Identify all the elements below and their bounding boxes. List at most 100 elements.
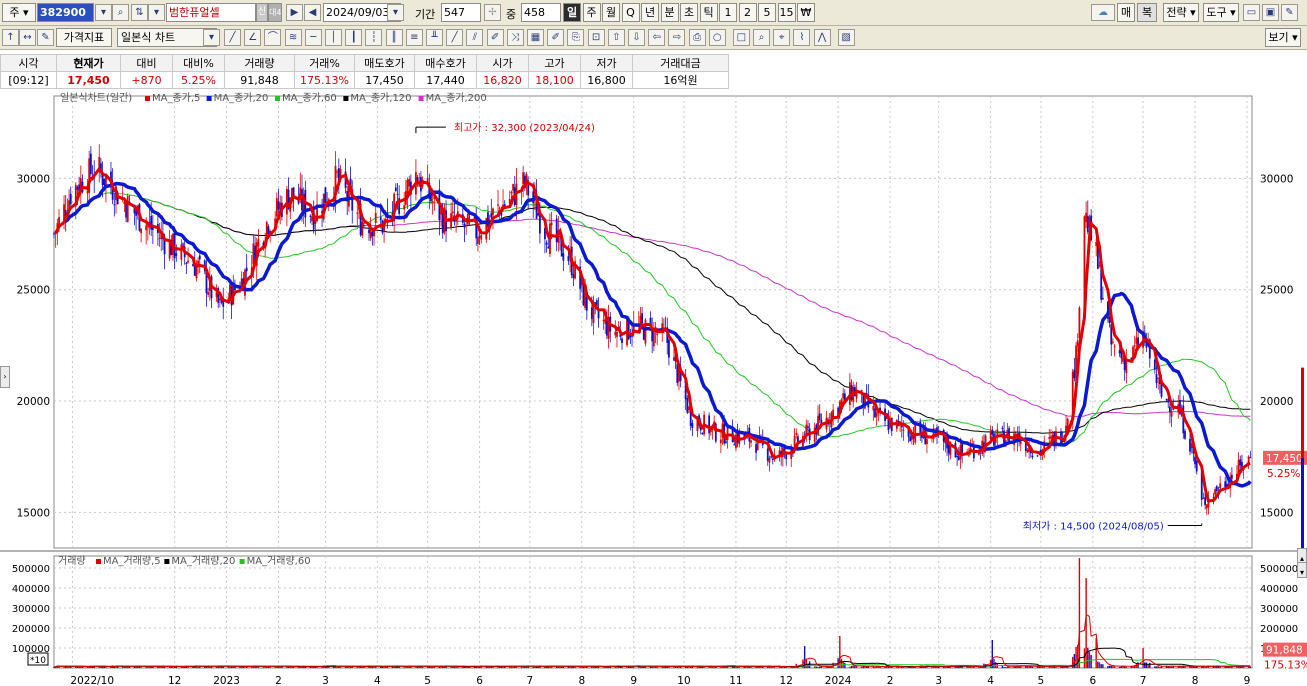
volume-bar: [222, 666, 224, 668]
timeframe-button-9[interactable]: 2: [738, 3, 757, 22]
drawing-tool-4-icon[interactable]: ─: [304, 29, 322, 46]
timeframe-button-10[interactable]: 5: [758, 3, 776, 22]
search-icon[interactable]: ⌕: [112, 4, 129, 21]
view-button[interactable]: 보기 ▾: [1265, 28, 1301, 47]
timeframe-button-6[interactable]: 초: [680, 3, 698, 22]
volume-bar: [813, 666, 816, 668]
cloud-icon[interactable]: ☁: [1091, 4, 1115, 21]
drawing-tool-12-icon[interactable]: ⫽: [466, 29, 484, 46]
drawing-tool-14-icon[interactable]: ⤨: [506, 29, 524, 46]
candle-body: [668, 339, 670, 358]
history-dropdown-icon[interactable]: ▾: [148, 4, 165, 21]
drawing-tool-2-icon[interactable]: ⌒: [264, 29, 282, 46]
drawing-tool-18-icon[interactable]: ⊡: [587, 29, 605, 46]
timeframe-button-0[interactable]: 일: [563, 3, 581, 22]
period-input[interactable]: 547: [441, 3, 481, 22]
volume-bar: [349, 667, 352, 668]
candle-body: [656, 333, 659, 335]
y-tick-label-right: 25000: [1260, 285, 1293, 297]
left-panel-toggle[interactable]: ›: [0, 366, 10, 388]
drawing-tool-22-icon[interactable]: ⇨: [668, 29, 686, 46]
wrench-icon[interactable]: ✎: [1281, 4, 1298, 21]
buy-sell-button[interactable]: 매: [1117, 3, 1135, 22]
drawing-tool-9-icon[interactable]: ≡: [405, 29, 423, 46]
arrow-up-icon[interactable]: ↑: [2, 29, 19, 46]
drawing-tool-29-icon[interactable]: ⋀: [813, 29, 831, 46]
drawing-tool-7-icon[interactable]: ┆: [365, 29, 383, 46]
volume-bar: [770, 667, 772, 668]
volume-bar: [817, 666, 819, 668]
volume-bar: [656, 666, 658, 668]
drawing-tool-3-icon[interactable]: ≋: [284, 29, 302, 46]
candle-body: [1215, 486, 1218, 492]
timeframe-button-11[interactable]: 15: [777, 3, 796, 22]
drawing-tool-17-icon[interactable]: ⎘: [567, 29, 585, 46]
chart-type-select[interactable]: 일본식 차트: [117, 28, 217, 47]
candle-body: [1224, 481, 1227, 488]
drawing-tool-5-icon[interactable]: │: [325, 29, 342, 46]
candle-body: [750, 440, 752, 443]
chart-canvas[interactable]: 2022/10 12 2023 2 3 4 5 6 7 8 9 10 11 12 2024 2 3 4 5 6 7 8 91…: [0, 90, 1307, 686]
timeframe-button-1[interactable]: 주: [582, 3, 601, 22]
indicator-button[interactable]: 가격지표: [56, 28, 112, 47]
drawing-tool-16-icon[interactable]: ✐: [547, 29, 565, 46]
volume-bar: [403, 667, 405, 668]
timeframe-button-12[interactable]: ₩: [797, 3, 815, 22]
timeframe-button-4[interactable]: 년: [641, 3, 659, 22]
candle-body: [818, 413, 821, 421]
tools-button[interactable]: 도구 ▾: [1203, 3, 1239, 22]
save-icon[interactable]: ▣: [1262, 4, 1279, 21]
right-scroll-down[interactable]: ▾: [1297, 562, 1307, 578]
zoom-input[interactable]: 458: [521, 3, 561, 22]
multi-button[interactable]: 복: [1137, 3, 1157, 22]
edit-icon[interactable]: ✎: [37, 29, 54, 46]
drawing-tool-30-icon[interactable]: ▧: [837, 29, 855, 46]
candle-body: [947, 444, 950, 454]
arrow-horizontal-icon[interactable]: ↔: [19, 29, 36, 46]
crosshair-icon[interactable]: ✢: [484, 4, 501, 21]
current-price-label: 17,450: [1266, 453, 1303, 465]
drawing-tool-28-icon[interactable]: ⌇: [793, 29, 811, 46]
drawing-tool-10-icon[interactable]: ╨: [426, 29, 443, 46]
play-back-icon[interactable]: ◀: [304, 4, 321, 21]
stock-code-input[interactable]: 382900: [37, 3, 94, 22]
code-dropdown-icon[interactable]: ▾: [95, 4, 112, 21]
volume-bar: [1142, 648, 1144, 668]
volume-tick-label-left: 400000: [12, 584, 50, 595]
drawing-tool-23-icon[interactable]: ⎙: [688, 29, 706, 46]
price-legend-item: MA_종가,120: [350, 92, 411, 104]
candle-body: [1219, 483, 1222, 489]
drawing-tool-15-icon[interactable]: ▦: [527, 29, 544, 46]
drawing-tool-24-icon[interactable]: ○: [708, 29, 726, 46]
timeframe-button-2[interactable]: 월: [602, 3, 620, 22]
drawing-tool-11-icon[interactable]: ╱: [446, 29, 464, 46]
x-tick-label: 4: [374, 675, 381, 686]
drawing-tool-1-icon[interactable]: ∠: [244, 29, 262, 46]
candle-body: [1078, 307, 1081, 338]
drawing-tool-0-icon[interactable]: ╱: [224, 29, 241, 46]
sort-icon[interactable]: ⇅: [131, 4, 148, 21]
timeframe-button-5[interactable]: 분: [660, 3, 679, 22]
timeframe-button-7[interactable]: 틱: [699, 3, 718, 22]
market-select[interactable]: 주 ▾: [2, 3, 36, 22]
chart-area[interactable]: 2022/10 12 2023 2 3 4 5 6 7 8 9 10 11 12 2024 2 3 4 5 6 7 8 9 1…: [0, 90, 1307, 686]
drawing-tool-6-icon[interactable]: ┃: [345, 29, 363, 46]
volume-bar: [1060, 666, 1062, 668]
drawing-tool-26-icon[interactable]: ⌕: [753, 29, 770, 46]
timeframe-button-3[interactable]: Q: [621, 3, 640, 22]
drawing-tool-8-icon[interactable]: ║: [385, 29, 403, 46]
strategy-button[interactable]: 전략 ▾: [1163, 3, 1199, 22]
drawing-tool-20-icon[interactable]: ⇩: [628, 29, 645, 46]
drawing-tool-25-icon[interactable]: □: [732, 29, 750, 46]
drawing-tool-13-icon[interactable]: ✐: [486, 29, 504, 46]
volume-bar: [1102, 664, 1104, 668]
chart-type-dropdown-icon[interactable]: ▾: [203, 29, 220, 46]
folder-icon[interactable]: ▭: [1243, 4, 1260, 21]
play-forward-icon[interactable]: ▶: [286, 4, 303, 21]
date-dropdown-icon[interactable]: ▾: [387, 4, 404, 21]
drawing-tool-27-icon[interactable]: ⌖: [773, 29, 791, 46]
drawing-tool-19-icon[interactable]: ⇧: [607, 29, 625, 46]
volume-legend-swatch: [239, 559, 245, 564]
drawing-tool-21-icon[interactable]: ⇦: [648, 29, 666, 46]
timeframe-button-8[interactable]: 1: [719, 3, 737, 22]
